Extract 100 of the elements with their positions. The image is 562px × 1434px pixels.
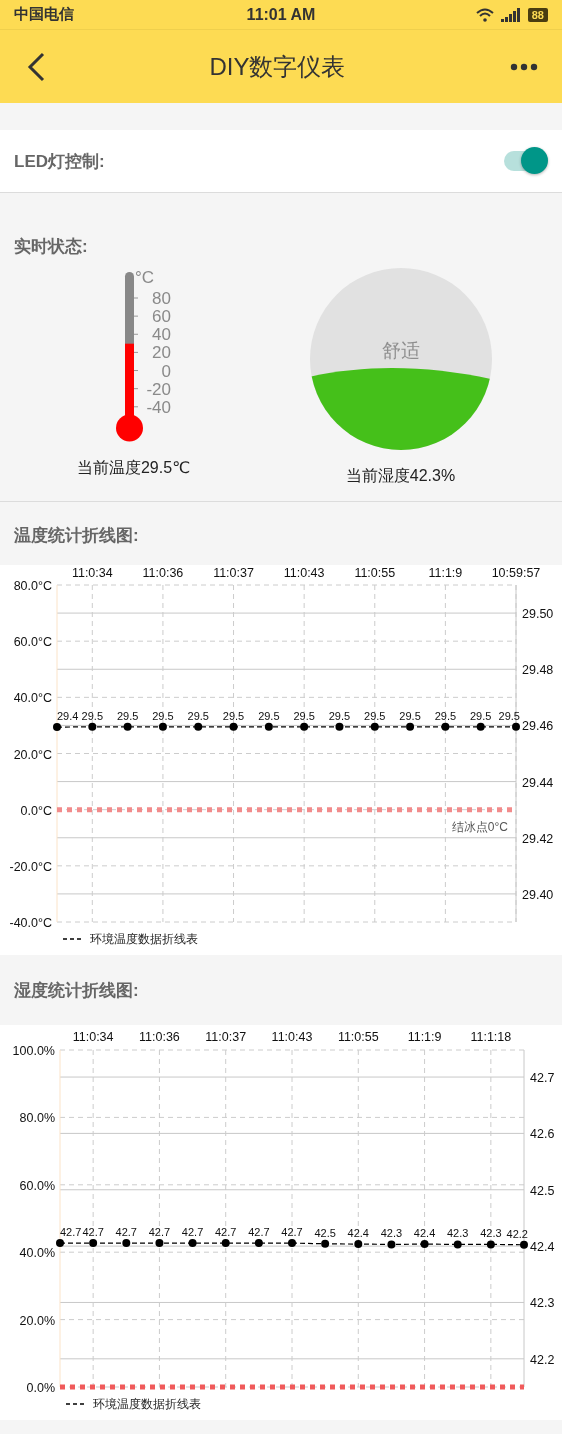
time-label: 11:1:9 <box>407 1030 442 1044</box>
time-label: 11:0:37 <box>213 566 254 580</box>
data-point <box>288 1239 296 1248</box>
axis-label: 29.50 <box>522 607 554 622</box>
data-point <box>155 1239 164 1248</box>
data-point <box>254 1239 263 1248</box>
data-label: 29.5 <box>470 709 492 722</box>
axis-label: 100.0% <box>12 1044 55 1058</box>
data-point <box>453 1240 462 1249</box>
data-point <box>420 1240 429 1249</box>
data-label: 42.3 <box>380 1227 403 1240</box>
time-label: 11:0:34 <box>72 1030 114 1044</box>
scale-label: 80 <box>151 289 171 308</box>
data-point <box>89 1239 98 1248</box>
data-point <box>229 722 238 731</box>
axis-label: 42.5 <box>530 1183 555 1198</box>
axis-label: 80.0°C <box>13 579 52 593</box>
data-label: 29.5 <box>328 709 351 722</box>
data-label: 29.5 <box>399 709 421 722</box>
legend-label: 环境温度数据折线表 <box>93 1397 201 1411</box>
time-label: 11:0:36 <box>139 1030 180 1044</box>
legend-dash-icon <box>65 1403 87 1405</box>
data-point <box>264 722 273 731</box>
status-time: 11:01 AM <box>246 5 316 24</box>
data-label: 29.5 <box>152 709 174 722</box>
data-label: 42.3 <box>480 1227 502 1240</box>
axis-label: 20.0°C <box>13 747 52 762</box>
back-icon[interactable] <box>27 51 45 82</box>
axis-label: 29.42 <box>522 831 554 846</box>
wifi-icon <box>475 7 494 22</box>
more-icon[interactable] <box>510 62 538 71</box>
thermometer-bulb <box>115 414 143 442</box>
data-point <box>158 722 167 731</box>
data-label: 42.7 <box>60 1226 82 1239</box>
comfort-label: 舒适 <box>381 340 420 361</box>
axis-label: 0.0°C <box>20 803 52 818</box>
time-label: 11:0:37 <box>205 1030 247 1044</box>
axis-label: 80.0% <box>19 1111 55 1126</box>
data-point <box>300 722 309 731</box>
data-label: 29.5 <box>81 709 103 722</box>
led-label: LED灯控制: <box>14 150 105 173</box>
axis-label: 42.2 <box>530 1352 555 1367</box>
data-point <box>520 1240 528 1249</box>
time-label: 10:59:57 <box>491 566 541 580</box>
legend-label: 环境温度数据折线表 <box>90 932 198 946</box>
axis-label: 20.0% <box>19 1313 55 1328</box>
section-title: 温度统计折线图: <box>14 525 139 547</box>
data-point <box>486 1240 495 1249</box>
axis-label: 0.0% <box>26 1381 55 1395</box>
data-point <box>387 1240 396 1249</box>
temperature-reading: 当前温度29.5℃ <box>76 458 191 478</box>
data-label: 42.2 <box>506 1227 528 1240</box>
time-label: 11:0:36 <box>142 566 184 580</box>
axis-label: 29.48 <box>522 663 554 678</box>
data-label: 29.4 <box>57 710 79 723</box>
data-label: 29.5 <box>187 709 209 722</box>
axis-label: 40.0°C <box>13 691 52 706</box>
data-label: 29.5 <box>498 709 520 722</box>
data-point <box>123 722 132 731</box>
data-label: 42.7 <box>281 1226 303 1239</box>
data-label: 42.7 <box>215 1226 237 1239</box>
time-label: 11:0:43 <box>283 566 325 580</box>
data-label: 29.5 <box>293 709 315 722</box>
data-label: 42.7 <box>148 1226 171 1239</box>
time-label: 11:0:55 <box>354 566 396 580</box>
data-point <box>53 723 61 732</box>
data-point <box>335 722 344 731</box>
data-label: 29.5 <box>116 709 139 722</box>
data-point <box>88 722 97 731</box>
time-label: 11:1:9 <box>428 566 463 580</box>
axis-label: 42.7 <box>530 1071 555 1086</box>
data-label: 29.5 <box>258 709 280 722</box>
carrier-name: 中国电信 <box>14 5 74 24</box>
signal-icon <box>500 7 521 22</box>
time-label: 11:1:18 <box>470 1030 512 1044</box>
axis-label: 60.0% <box>19 1178 55 1193</box>
data-point <box>441 722 450 731</box>
time-label: 11:0:43 <box>271 1030 313 1044</box>
data-point <box>321 1239 330 1248</box>
axis-label: -20.0°C <box>9 859 52 874</box>
time-label: 11:0:34 <box>71 566 113 580</box>
data-label: 42.7 <box>115 1226 137 1239</box>
section-title: 湿度统计折线图: <box>14 979 139 1002</box>
data-label: 42.7 <box>181 1226 204 1239</box>
data-label: 29.5 <box>222 709 245 722</box>
scale-label: -20 <box>145 379 171 399</box>
scale-label: 40 <box>151 325 171 345</box>
data-label: 42.4 <box>347 1227 369 1240</box>
axis-label: 40.0% <box>19 1246 55 1261</box>
scale-label: -40 <box>145 397 171 417</box>
data-point <box>406 722 415 731</box>
battery-indicator: 88 <box>527 7 548 22</box>
axis-label: 29.40 <box>522 887 554 902</box>
axis-label: 42.6 <box>530 1127 555 1142</box>
data-label: 29.5 <box>434 709 457 722</box>
data-point <box>122 1239 131 1248</box>
scale-label: 0 <box>161 361 171 381</box>
data-label: 42.3 <box>447 1227 469 1240</box>
scale-label: 20 <box>151 343 171 363</box>
axis-label: 60.0°C <box>13 635 52 650</box>
